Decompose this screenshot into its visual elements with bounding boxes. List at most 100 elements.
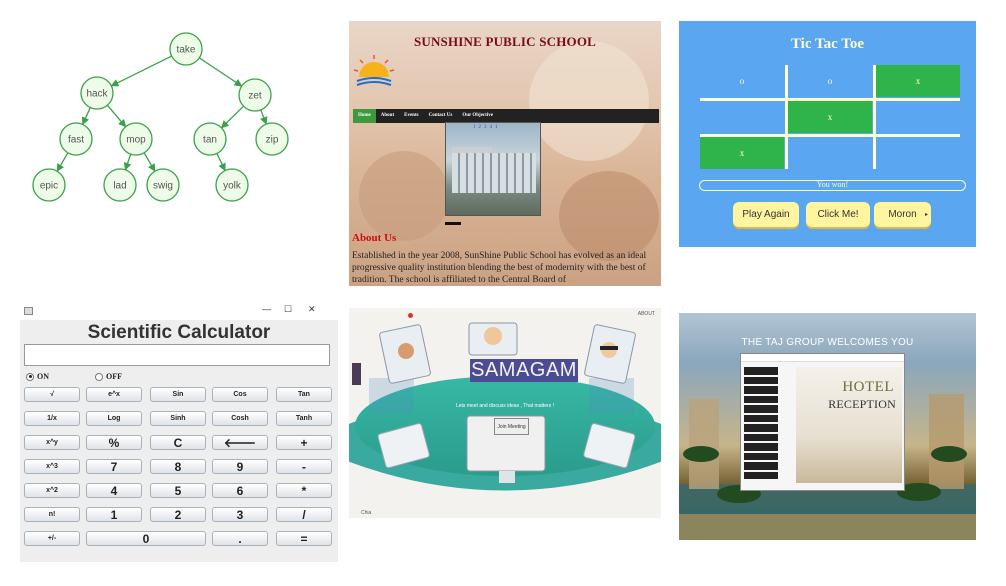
nav-item-events[interactable]: Events	[399, 109, 423, 123]
tagline: Lets meet and discuss ideas , That matte…	[455, 403, 554, 409]
hotel-panel: · THE TAJ GROUP WELCOMES YOU HOTEL RECEP…	[679, 304, 976, 540]
menu-button[interactable]	[744, 386, 778, 394]
minimize-icon[interactable]: —	[262, 304, 271, 314]
pager-link[interactable]: 1	[495, 125, 498, 130]
menu-button[interactable]	[744, 462, 778, 470]
calc-key[interactable]: 8	[150, 459, 206, 474]
pager-link[interactable]: 2	[479, 125, 482, 130]
calc-key[interactable]: 7	[86, 459, 142, 474]
calc-key[interactable]: 1/x	[24, 411, 80, 426]
calc-key[interactable]: =	[276, 531, 332, 546]
calc-key[interactable]: Sinh	[150, 411, 206, 426]
tree-edge	[216, 153, 226, 172]
calc-key[interactable]: √	[24, 387, 80, 402]
calc-key[interactable]: %	[86, 435, 142, 450]
menu-button[interactable]	[744, 376, 778, 384]
school-website-panel: SUNSHINE PUBLIC SCHOOL Home About Events…	[349, 21, 661, 286]
radio-on[interactable]: ON	[26, 372, 49, 381]
board-cell[interactable]	[876, 101, 960, 133]
calculator-title: Scientific Calculator	[87, 322, 271, 343]
calc-key[interactable]: 🡐	[212, 435, 268, 450]
board-cell[interactable]: x	[876, 65, 960, 97]
tic-tac-toe-panel: Tic Tac Toe o o x x x You won! Play Agai…	[679, 21, 976, 247]
radio-off[interactable]: OFF	[95, 372, 122, 381]
pager-link[interactable]: 1	[473, 125, 476, 130]
calc-key[interactable]: 9	[212, 459, 268, 474]
calc-key[interactable]: x^2	[24, 483, 80, 498]
calc-key[interactable]: 0	[86, 531, 206, 546]
topbar-text: ·	[682, 306, 684, 310]
calc-key[interactable]: n!	[24, 507, 80, 522]
tree-edge	[260, 109, 268, 125]
calc-key[interactable]: Log	[86, 411, 142, 426]
maximize-icon[interactable]: ☐	[284, 304, 292, 315]
calc-key[interactable]: 1	[86, 507, 142, 522]
calc-key[interactable]: Tanh	[276, 411, 332, 426]
calc-key[interactable]: 2	[150, 507, 206, 522]
calc-key[interactable]: Cos	[212, 387, 268, 402]
calc-key[interactable]: x^y	[24, 435, 80, 450]
play-again-button[interactable]: Play Again	[733, 202, 799, 227]
calc-key[interactable]: Sin	[150, 387, 206, 402]
radio-on-label: ON	[37, 372, 49, 381]
tree-node: zet	[238, 78, 272, 112]
pager-link[interactable]: 3	[484, 125, 487, 130]
menu-button[interactable]	[744, 405, 778, 413]
join-meeting-button[interactable]: Join Meeting	[494, 418, 529, 435]
background-blob	[359, 151, 449, 241]
menu-button[interactable]	[744, 395, 778, 403]
moron-button[interactable]: Moron ▸	[874, 202, 931, 227]
tree-node-label: take	[177, 45, 196, 56]
board-cell[interactable]	[788, 137, 872, 169]
calc-key[interactable]: x^3	[24, 459, 80, 474]
tree-edge	[56, 152, 69, 172]
tree-node-label: tan	[203, 135, 217, 146]
menu-button[interactable]	[744, 424, 778, 432]
calc-key[interactable]: 3	[212, 507, 268, 522]
background-blob	[559, 171, 659, 261]
board-cell[interactable]: x	[700, 137, 784, 169]
about-link[interactable]: ABOUT	[638, 311, 655, 317]
reception-window: HOTEL RECEPTION	[740, 353, 905, 491]
tree-node-label: fast	[68, 135, 84, 146]
calc-key[interactable]: +/-	[24, 531, 80, 546]
meeting-illustration	[349, 322, 661, 491]
calc-key[interactable]: 4	[86, 483, 142, 498]
nav-item-objective[interactable]: Our Objective	[457, 109, 498, 123]
calc-key[interactable]: 6	[212, 483, 268, 498]
calc-key[interactable]: Tan	[276, 387, 332, 402]
board-cell[interactable]	[876, 137, 960, 169]
menu-button[interactable]	[744, 367, 778, 375]
click-me-button[interactable]: Click Me!	[806, 202, 870, 227]
window-titlebar: — ☐ ✕	[20, 304, 338, 320]
nav-item-contact[interactable]: Contact Us	[424, 109, 458, 123]
board-cell[interactable]: o	[700, 65, 784, 97]
calc-key[interactable]: Cosh	[212, 411, 268, 426]
menu-button[interactable]	[744, 471, 778, 479]
board-cell[interactable]	[700, 101, 784, 133]
chevron-right-icon: ▸	[924, 212, 928, 218]
calc-key[interactable]: e^x	[86, 387, 142, 402]
menu-button[interactable]	[744, 443, 778, 451]
calc-key[interactable]: *	[276, 483, 332, 498]
calculator-display[interactable]	[24, 344, 330, 366]
calc-key[interactable]: -	[276, 459, 332, 474]
calc-key[interactable]: +	[276, 435, 332, 450]
menu-button[interactable]	[744, 414, 778, 422]
moron-button-label: Moron	[888, 209, 917, 220]
tree-node: lad	[103, 168, 137, 202]
calc-key[interactable]: .	[212, 531, 268, 546]
pager-link[interactable]: 4	[490, 125, 493, 130]
calc-key[interactable]: /	[276, 507, 332, 522]
menu-button[interactable]	[744, 452, 778, 460]
calc-key[interactable]: C	[150, 435, 206, 450]
close-icon[interactable]: ✕	[308, 304, 316, 315]
nav-item-home[interactable]: Home	[353, 109, 376, 123]
board-cell[interactable]: x	[788, 101, 872, 133]
menu-button[interactable]	[744, 433, 778, 441]
board-cell[interactable]: o	[788, 65, 872, 97]
nav-item-about[interactable]: About	[376, 109, 399, 123]
tree-node: tan	[193, 122, 227, 156]
tree-node: take	[169, 32, 203, 66]
calc-key[interactable]: 5	[150, 483, 206, 498]
